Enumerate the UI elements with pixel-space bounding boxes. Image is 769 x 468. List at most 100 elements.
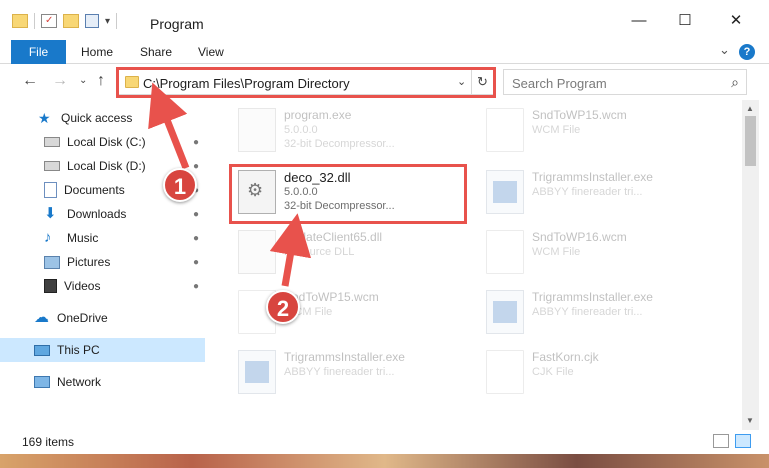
drive-icon [44,161,60,171]
videos-icon [44,279,57,293]
scroll-up-icon[interactable]: ▲ [746,104,754,113]
properties-icon[interactable]: ✓ [41,14,57,28]
sidebar-item-label: Documents [64,183,125,197]
customize-toolbar-icon[interactable] [85,14,99,28]
file-item[interactable]: program.exe 5.0.0.0 32-bit Decompressor.… [234,102,464,158]
file-name: TrigrammsInstaller.exe [532,290,653,304]
scroll-down-icon[interactable]: ▼ [746,416,754,425]
music-icon: ♪ [44,229,52,246]
file-detail: ABBYY finereader tri... [532,186,643,198]
tab-view[interactable]: View [198,40,224,64]
sidebar-item-pictures[interactable]: Pictures ● [0,250,205,274]
forward-button[interactable]: → [52,72,68,90]
exe-icon [238,108,276,152]
close-button[interactable]: ✕ [713,0,759,40]
pictures-icon [44,255,60,269]
file-name: TrigrammsInstaller.exe [284,350,405,364]
sidebar-item-label: Quick access [61,111,133,125]
dll-gear-icon [238,230,276,274]
details-view-icon[interactable] [713,434,729,448]
computer-icon [34,344,50,356]
folder-icon [12,14,28,28]
pin-icon[interactable]: ● [193,233,199,244]
installer-icon [486,170,524,214]
new-folder-icon[interactable] [63,14,79,28]
maximize-button[interactable]: ☐ [662,0,708,40]
search-icon[interactable]: ⌕ [731,74,739,91]
scroll-thumb[interactable] [745,116,756,166]
window-title: Program [150,16,204,32]
file-detail: WCM File [532,246,581,258]
ribbon-tabs: File Home Share View ⌄ ? [0,40,769,64]
file-list: program.exe 5.0.0.0 32-bit Decompressor.… [208,100,742,415]
installer-icon [486,290,524,334]
step-2-callout: 2 [266,290,300,324]
sidebar-item-label: OneDrive [57,311,108,325]
sidebar-item-network[interactable]: Network [0,370,205,394]
expand-ribbon-icon[interactable]: ⌄ [719,42,730,58]
desktop-background [0,454,769,468]
vertical-scrollbar[interactable]: ▲ ▼ [742,100,759,430]
drive-icon [44,137,60,147]
sidebar-item-label: Local Disk (C:) [67,135,146,149]
file-name: program.exe [284,108,352,122]
title-bar: ✓ ▾ Program — ☐ ✕ [0,0,769,40]
file-item[interactable]: TrigrammsInstaller.exe ABBYY finereader … [234,344,464,400]
search-input[interactable]: Search Program ⌕ [503,69,747,95]
file-name: SndToWP16.wcm [532,230,627,244]
document-icon [486,108,524,152]
divider [34,13,35,29]
sidebar-item-label: Downloads [67,207,127,221]
pin-icon[interactable]: ● [193,281,199,292]
document-icon [486,230,524,274]
pin-icon[interactable]: ● [193,161,199,172]
tiles-view-icon[interactable] [735,434,751,448]
pin-icon[interactable]: ● [193,209,199,220]
tab-file[interactable]: File [11,40,66,64]
network-icon [34,376,50,388]
file-item[interactable]: TrigrammsInstaller.exe ABBYY finereader … [482,164,712,220]
file-item[interactable]: TrigrammsInstaller.exe ABBYY finereader … [482,284,712,340]
sidebar-item-label: Videos [64,279,101,293]
file-item[interactable]: UpdateClient65.dll Resource DLL [234,224,464,280]
recent-locations-icon[interactable]: ⌄ [79,75,87,86]
pin-icon[interactable]: ● [193,137,199,148]
pin-icon[interactable]: ● [193,257,199,268]
file-detail: WCM File [532,124,581,136]
file-detail: 5.0.0.0 [284,124,318,136]
sidebar-item-quick-access[interactable]: ★ Quick access [0,106,205,130]
file-highlight [229,164,467,224]
file-item[interactable]: SndToWP15.wcm WCM File [482,102,712,158]
sidebar-item-downloads[interactable]: ⬇ Downloads ● [0,202,205,226]
chevron-down-icon[interactable]: ▾ [105,16,110,27]
file-name: FastKorn.cjk [532,350,599,364]
sidebar-item-music[interactable]: ♪ Music ● [0,226,205,250]
quick-access-toolbar: ✓ ▾ [12,12,118,30]
file-detail: Resource DLL [284,246,355,258]
sidebar-item-videos[interactable]: Videos ● [0,274,205,298]
item-count: 169 items [22,435,75,449]
up-button[interactable]: ↑ [97,72,105,90]
navigation-pane: ★ Quick access Local Disk (C:) ● Local D… [0,100,205,415]
sidebar-item-label: This PC [57,343,100,357]
sidebar-item-label: Pictures [67,255,111,269]
minimize-button[interactable]: — [616,0,662,40]
sidebar-item-onedrive[interactable]: ☁ OneDrive [0,306,205,330]
file-item[interactable]: SndToWP16.wcm WCM File [482,224,712,280]
back-button[interactable]: ← [22,72,38,90]
sidebar-item-this-pc[interactable]: This PC [0,338,205,362]
help-icon[interactable]: ? [739,44,755,60]
file-detail: ABBYY finereader tri... [284,366,395,378]
status-bar: 169 items [0,430,769,454]
tab-share[interactable]: Share [140,40,172,64]
file-item[interactable]: FastKorn.cjk CJK File [482,344,712,400]
file-name: TrigrammsInstaller.exe [532,170,653,184]
sidebar-item-label: Music [67,231,99,245]
file-detail: CJK File [532,366,574,378]
sidebar-item-local-disk-c[interactable]: Local Disk (C:) ● [0,130,205,154]
step-1-callout: 1 [163,168,197,202]
cloud-icon: ☁ [34,309,49,326]
file-name: SndToWP15.wcm [532,108,627,122]
tab-home[interactable]: Home [81,40,113,64]
sidebar-item-label: Local Disk (D:) [67,159,146,173]
